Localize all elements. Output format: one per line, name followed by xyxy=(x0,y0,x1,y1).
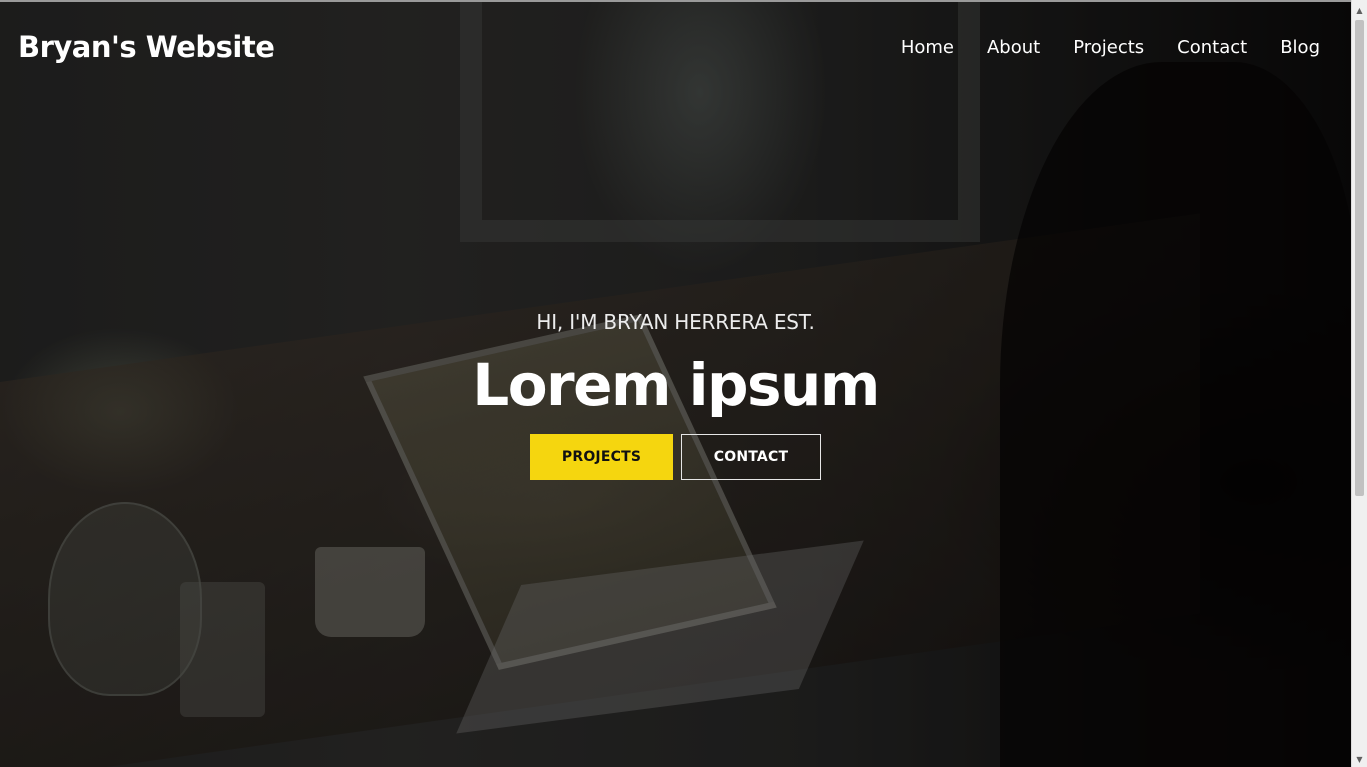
nav-about[interactable]: About xyxy=(987,37,1040,58)
nav-blog[interactable]: Blog xyxy=(1280,37,1320,58)
arrow-down-icon[interactable]: ▼ xyxy=(1352,751,1367,767)
hero-headline: Lorem ipsum xyxy=(472,351,880,419)
site-brand[interactable]: Bryan's Website xyxy=(18,30,275,64)
hero-cta-row: PROJECTS CONTACT xyxy=(0,434,1351,480)
nav-home[interactable]: Home xyxy=(901,37,954,58)
nav-contact[interactable]: Contact xyxy=(1177,37,1247,58)
scrollbar-thumb[interactable] xyxy=(1355,20,1364,496)
nav-projects[interactable]: Projects xyxy=(1073,37,1144,58)
hero-section: HI, I'M BRYAN HERRERA EST. Lorem ipsum P… xyxy=(0,308,1351,480)
hero-intro: HI, I'M BRYAN HERRERA EST. xyxy=(536,310,815,334)
site-header: Bryan's Website Home About Projects Cont… xyxy=(0,2,1351,94)
page-viewport: Bryan's Website Home About Projects Cont… xyxy=(0,0,1351,767)
arrow-up-icon[interactable]: ▲ xyxy=(1352,2,1367,18)
main-nav: Home About Projects Contact Blog xyxy=(901,37,1320,58)
contact-button[interactable]: CONTACT xyxy=(681,434,821,480)
projects-button[interactable]: PROJECTS xyxy=(530,434,673,480)
page-scrollbar[interactable]: ▲ ▼ xyxy=(1351,0,1367,767)
